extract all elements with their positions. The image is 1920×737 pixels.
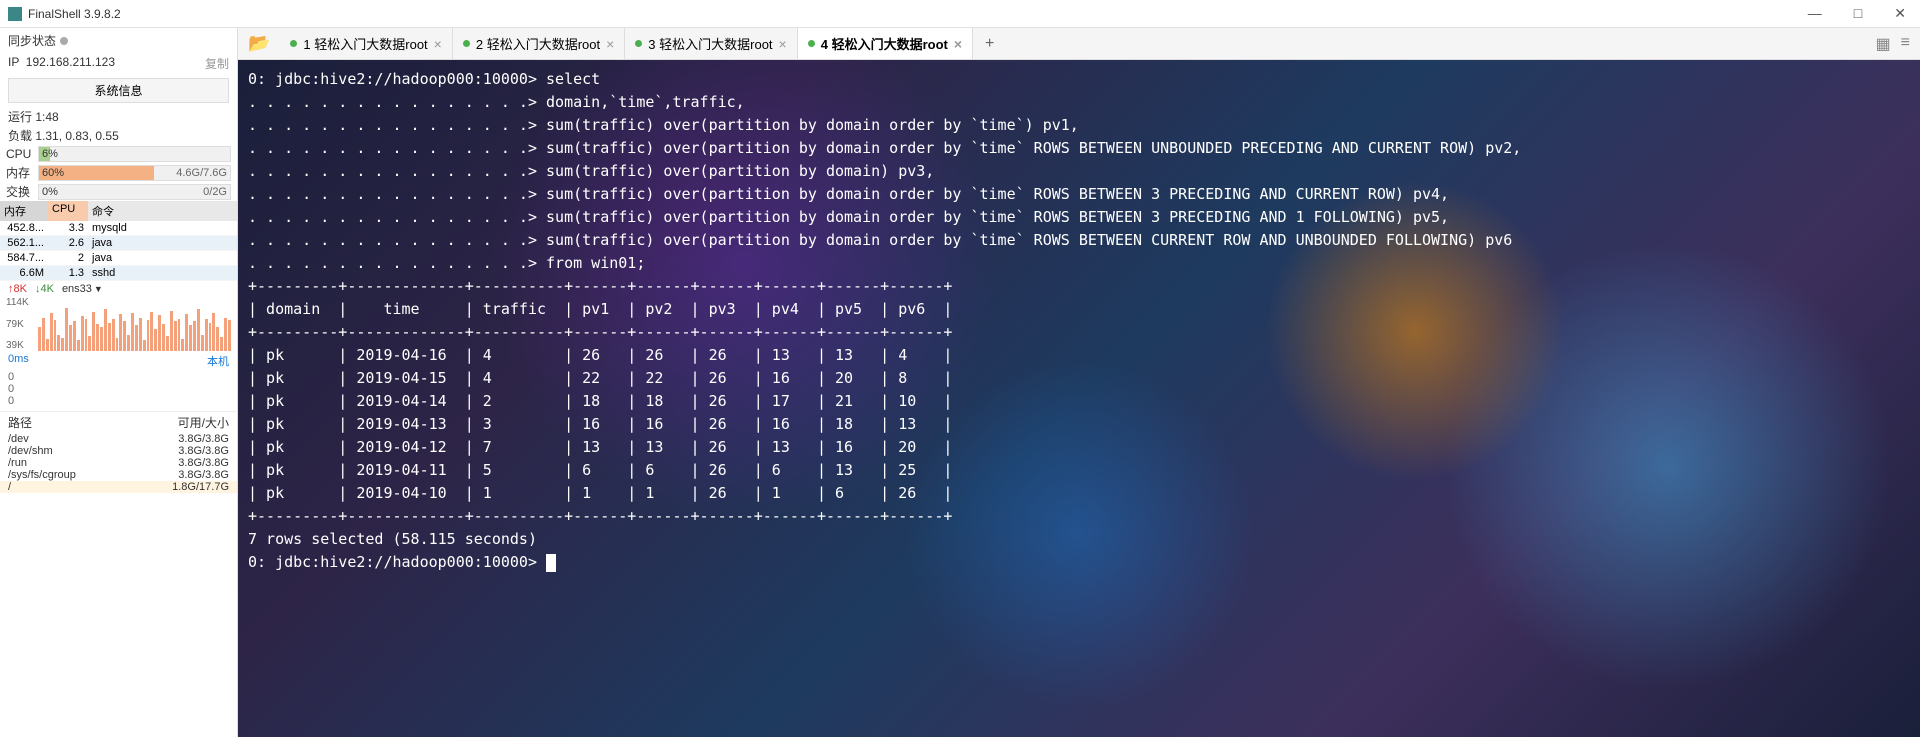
zero-2: 0 xyxy=(0,395,237,407)
col-path[interactable]: 路径 xyxy=(8,414,178,431)
network-row: ↑8K ↓4K ens33▼ xyxy=(0,281,237,297)
process-row[interactable]: 562.1...2.6java xyxy=(0,236,237,251)
tab-label: 3 轻松入门大数据root xyxy=(648,34,772,53)
close-icon[interactable]: × xyxy=(606,36,614,52)
tab-label: 4 轻松入门大数据root xyxy=(821,34,948,53)
mem-label: 内存 xyxy=(6,164,34,181)
ip-value: 192.168.211.123 xyxy=(26,55,115,69)
close-icon[interactable]: × xyxy=(954,36,962,52)
window-title: FinalShell 3.9.8.2 xyxy=(28,7,1802,21)
network-chart: 114K 79K 39K xyxy=(6,297,231,351)
grid-view-icon[interactable]: ▦ xyxy=(1876,34,1891,54)
mem-pct: 60% xyxy=(42,167,64,179)
cpu-label: CPU xyxy=(6,147,34,161)
tab-label: 1 轻松入门大数据root xyxy=(303,34,427,53)
close-icon[interactable]: × xyxy=(779,36,787,52)
status-dot-icon xyxy=(808,40,815,47)
cpu-pct: 6% xyxy=(42,148,58,160)
window-controls: — □ ✕ xyxy=(1802,3,1912,24)
net-up: 8K xyxy=(14,283,27,295)
app-icon xyxy=(8,7,22,21)
cursor xyxy=(546,554,556,572)
process-row[interactable]: 452.8...3.3mysqld xyxy=(0,221,237,236)
latency: 0ms xyxy=(8,353,29,369)
net-interface: ens33 xyxy=(62,283,92,295)
col-avail[interactable]: 可用/大小 xyxy=(178,414,229,431)
disk-row[interactable]: /1.8G/17.7G xyxy=(0,481,237,493)
titlebar: FinalShell 3.9.8.2 — □ ✕ xyxy=(0,0,1920,28)
tab-4[interactable]: 4 轻松入门大数据root × xyxy=(798,28,973,59)
chart-y2: 39K xyxy=(6,340,29,351)
folder-icon[interactable]: 📂 xyxy=(238,33,280,54)
chart-y0: 114K xyxy=(6,297,29,308)
tabbar: 📂 1 轻松入门大数据root×2 轻松入门大数据root×3 轻松入门大数据r… xyxy=(238,28,1920,60)
tab-1[interactable]: 1 轻松入门大数据root × xyxy=(280,28,452,59)
process-row[interactable]: 6.6M1.3sshd xyxy=(0,266,237,281)
content-area: 📂 1 轻松入门大数据root×2 轻松入门大数据root×3 轻松入门大数据r… xyxy=(238,28,1920,737)
download-icon: ↓4K xyxy=(35,283,54,295)
sidebar: 同步状态 IP 192.168.211.123 复制 系统信息 运行 1:48 … xyxy=(0,28,238,737)
zero-1: 0 xyxy=(0,383,237,395)
tab-label: 2 轻松入门大数据root xyxy=(476,34,600,53)
net-dn: 4K xyxy=(40,283,53,295)
maximize-button[interactable]: □ xyxy=(1848,3,1868,24)
mem-meter: 内存 60% 4.6G/7.6G xyxy=(0,163,237,182)
interface-selector[interactable]: ens33▼ xyxy=(62,283,103,295)
ip-row: IP 192.168.211.123 复制 xyxy=(0,53,237,74)
disk-header: 路径 可用/大小 xyxy=(0,411,237,433)
col-mem[interactable]: 内存 xyxy=(0,201,48,221)
swap-pct: 0% xyxy=(42,186,58,198)
col-cmd[interactable]: 命令 xyxy=(88,201,237,221)
uptime: 运行 1:48 xyxy=(0,107,237,126)
load: 负载 1.31, 0.83, 0.55 xyxy=(0,126,237,145)
swap-label: 交换 xyxy=(6,183,34,200)
copy-button[interactable]: 复制 xyxy=(205,55,229,72)
disk-row[interactable]: /run3.8G/3.8G xyxy=(0,457,237,469)
process-header: 内存 CPU 命令 xyxy=(0,201,237,221)
status-dot-icon xyxy=(463,40,470,47)
close-icon[interactable]: × xyxy=(434,36,442,52)
close-button[interactable]: ✕ xyxy=(1888,3,1912,24)
swap-detail: 0/2G xyxy=(203,186,227,198)
process-row[interactable]: 584.7...2java xyxy=(0,251,237,266)
disk-row[interactable]: /dev3.8G/3.8G xyxy=(0,433,237,445)
tab-2[interactable]: 2 轻松入门大数据root × xyxy=(453,28,625,59)
tab-3[interactable]: 3 轻松入门大数据root × xyxy=(625,28,797,59)
upload-icon: ↑8K xyxy=(8,283,27,295)
swap-meter: 交换 0% 0/2G xyxy=(0,182,237,201)
status-dot-icon xyxy=(635,40,642,47)
zero-0: 0 xyxy=(0,371,237,383)
minimize-button[interactable]: — xyxy=(1802,3,1828,24)
new-tab-button[interactable]: + xyxy=(973,35,1006,53)
chevron-down-icon: ▼ xyxy=(94,284,103,294)
status-dot-icon xyxy=(290,40,297,47)
ip-label: IP xyxy=(8,55,19,69)
col-cpu[interactable]: CPU xyxy=(48,201,88,221)
local-label[interactable]: 本机 xyxy=(207,353,229,369)
sync-dot-icon xyxy=(60,37,68,45)
menu-icon[interactable]: ≡ xyxy=(1901,34,1910,54)
chart-y1: 79K xyxy=(6,319,29,330)
sync-label: 同步状态 xyxy=(8,32,56,49)
sync-status: 同步状态 xyxy=(0,28,237,53)
disk-row[interactable]: /dev/shm3.8G/3.8G xyxy=(0,445,237,457)
latency-row: 0ms 本机 xyxy=(0,351,237,371)
mem-detail: 4.6G/7.6G xyxy=(176,167,227,179)
cpu-meter: CPU 6% xyxy=(0,145,237,163)
terminal[interactable]: 0: jdbc:hive2://hadoop000:10000> select … xyxy=(238,60,1920,737)
disk-row[interactable]: /sys/fs/cgroup3.8G/3.8G xyxy=(0,469,237,481)
system-info-button[interactable]: 系统信息 xyxy=(8,78,229,103)
